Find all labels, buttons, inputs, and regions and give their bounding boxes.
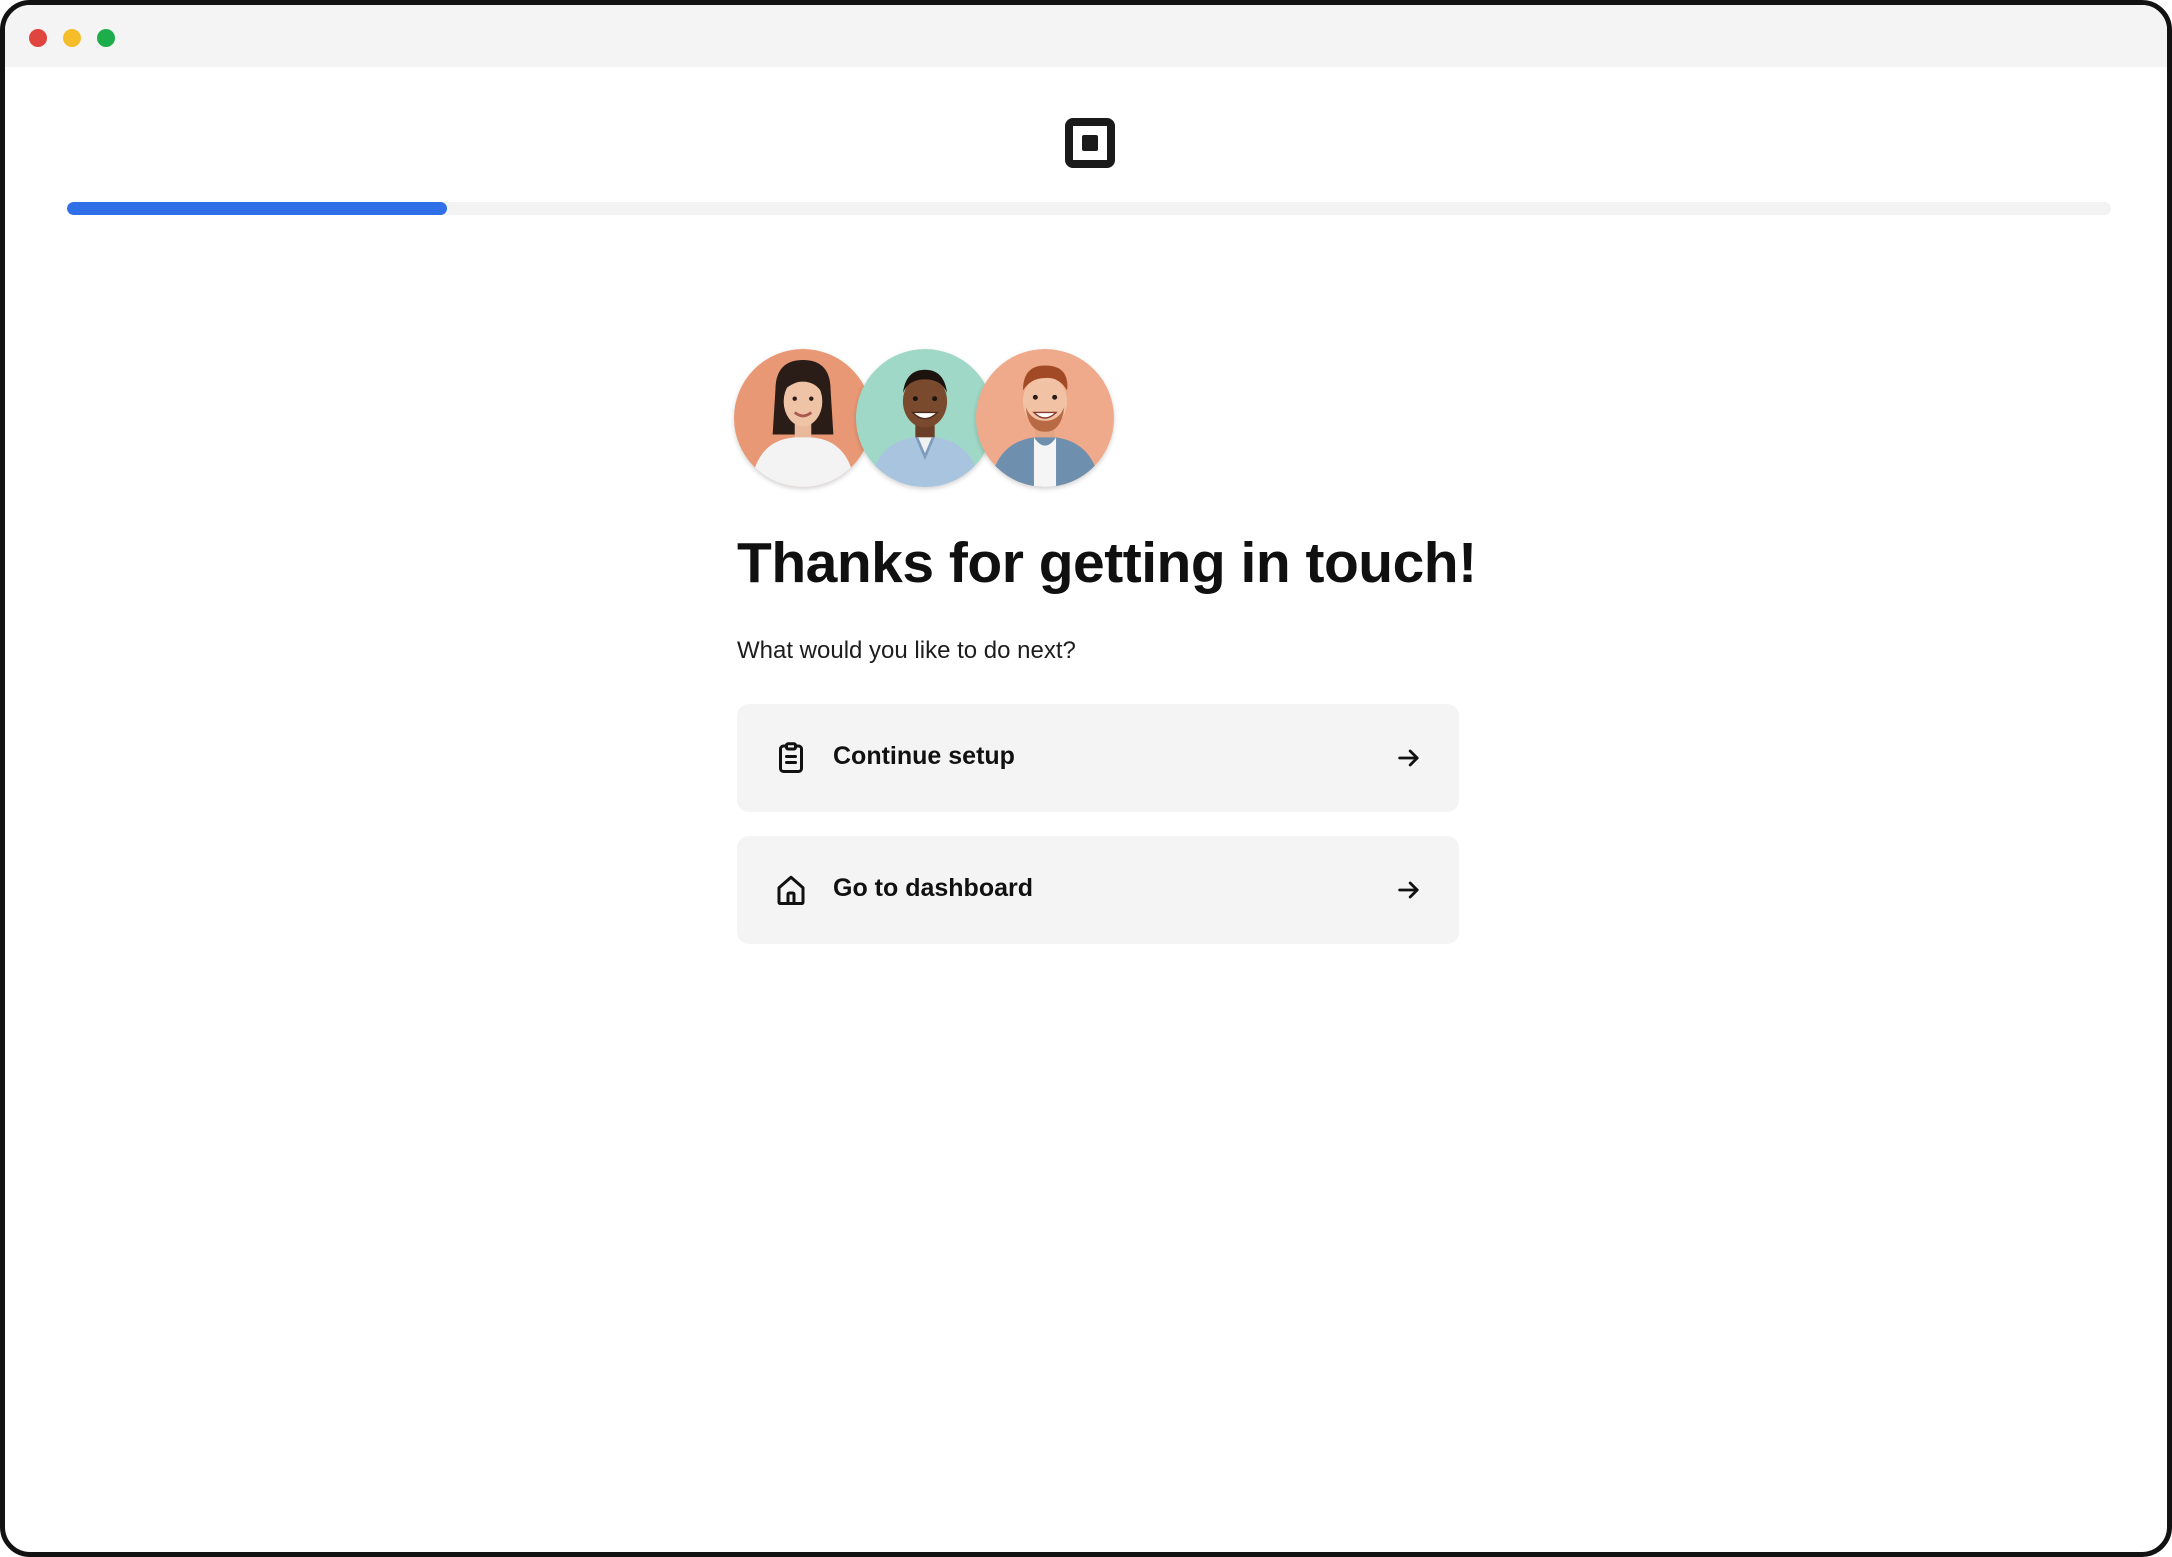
go-to-dashboard-button[interactable]: Go to dashboard (737, 836, 1459, 944)
avatar-man-smiling (856, 349, 994, 487)
maximize-window-button[interactable] (97, 29, 115, 47)
avatar-group (734, 349, 1114, 489)
arrow-right-icon (1395, 744, 1423, 772)
page-subtitle: What would you like to do next? (737, 637, 1076, 664)
close-window-button[interactable] (29, 29, 47, 47)
go-to-dashboard-label: Go to dashboard (833, 874, 1033, 902)
progress-bar-fill (67, 202, 448, 215)
minimize-window-button[interactable] (63, 29, 81, 47)
continue-setup-button[interactable]: Continue setup (737, 704, 1459, 812)
page-title: Thanks for getting in touch! (737, 531, 1477, 595)
arrow-right-icon (1395, 876, 1423, 904)
avatar-woman (734, 349, 872, 487)
home-icon (773, 872, 809, 908)
clipboard-icon (773, 740, 809, 776)
progress-bar (67, 202, 2111, 215)
browser-window: Thanks for getting in touch! What would … (0, 0, 2172, 1557)
avatar-man-redhead (976, 349, 1114, 487)
square-logo-icon (1065, 118, 1115, 168)
continue-setup-label: Continue setup (833, 742, 1015, 770)
window-titlebar (5, 5, 2167, 67)
square-logo-inner (1082, 135, 1098, 151)
